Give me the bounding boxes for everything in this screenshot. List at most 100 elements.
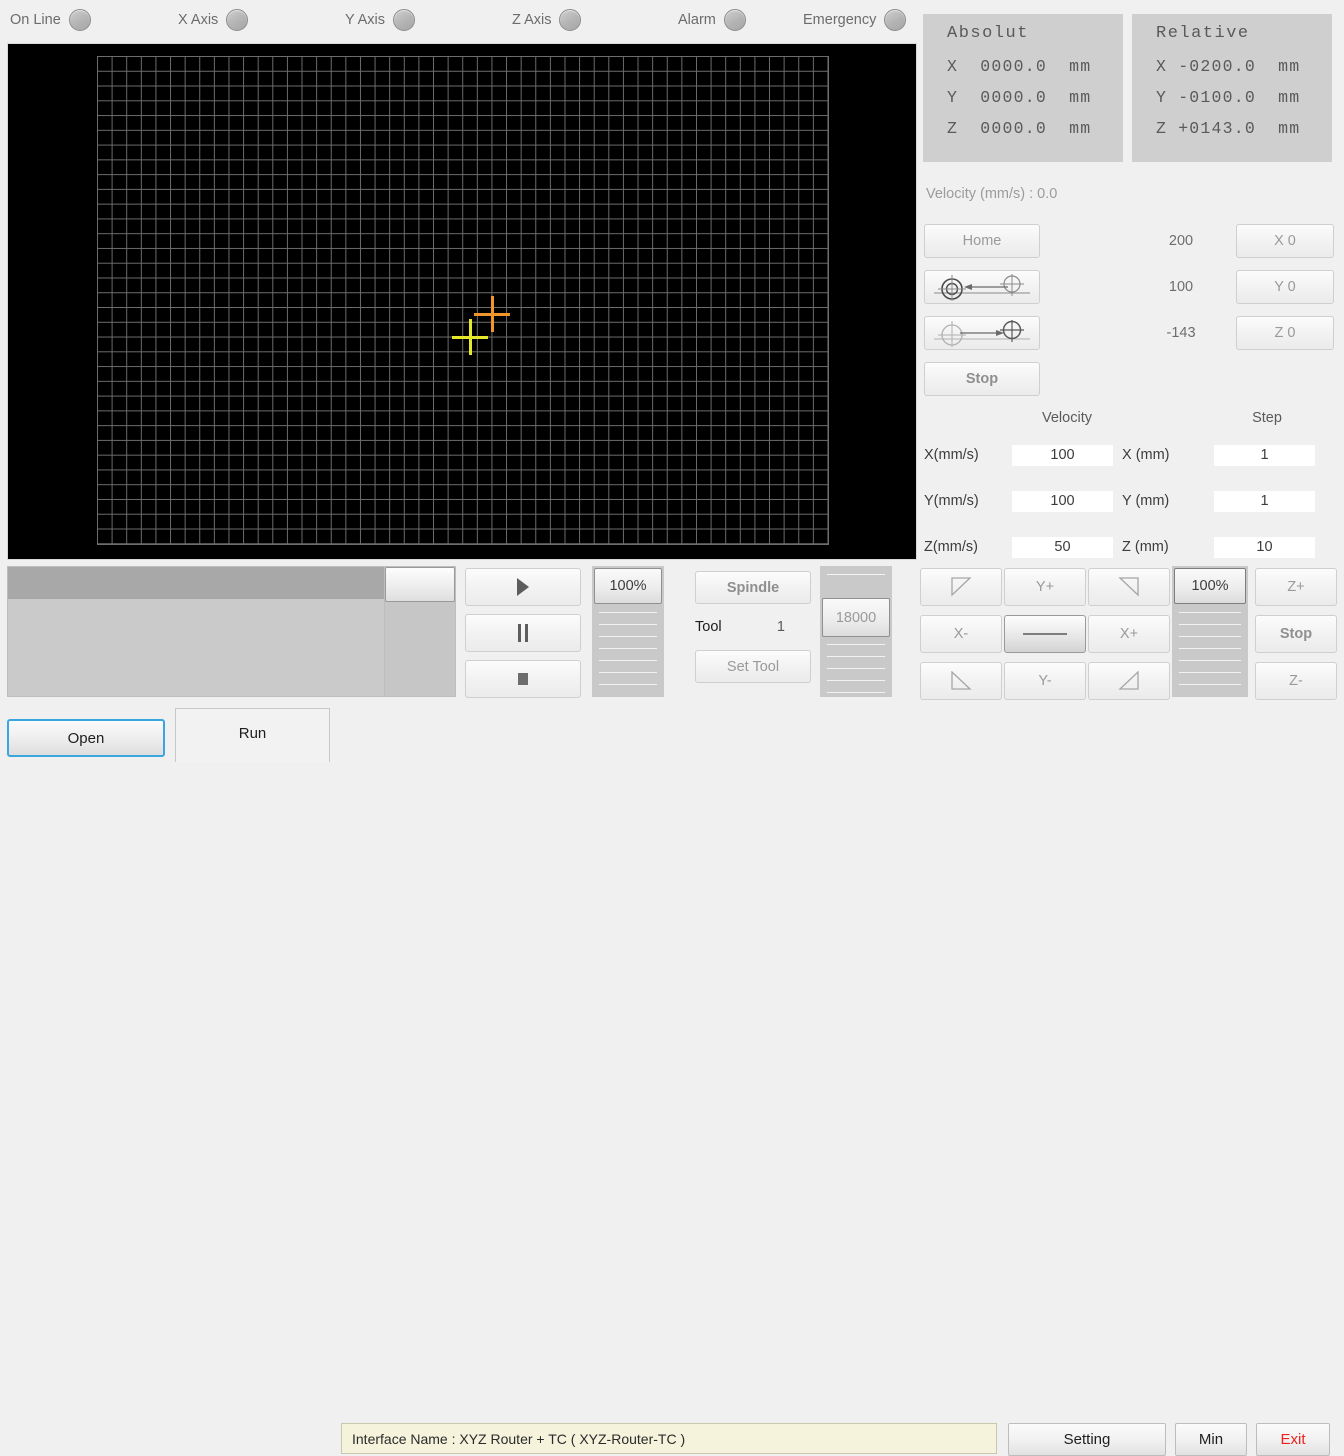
jog-override-slider[interactable]: 100% [1172,566,1248,697]
program-list-scrollbar[interactable] [384,566,456,697]
scrollbar-thumb[interactable] [385,567,455,602]
relative-panel-title: Relative [1156,24,1250,43]
velocity-step-row-x: X(mm/s) 100 X (mm) 1 [924,432,1336,478]
jog-y-minus-button[interactable]: Y- [1004,662,1086,700]
arrow-down-right-icon [1118,671,1139,690]
pause-icon [518,624,528,642]
absolute-position-panel: Absolut X 0000.0 mm Y 0000.0 mm Z 0000.0… [923,14,1123,162]
setting-button[interactable]: Setting [1008,1423,1166,1456]
jog-up-left-button[interactable] [920,568,1002,606]
set-tool-button[interactable]: Set Tool [695,650,811,683]
target-position-z: -143 [1166,325,1196,341]
play-icon [517,578,529,596]
exit-button[interactable]: Exit [1256,1423,1330,1456]
goto-home-button[interactable] [924,270,1040,304]
jog-z-minus-button[interactable]: Z- [1255,662,1337,700]
tool-readout: Tool 1 [695,604,811,650]
zero-y-button[interactable]: Y 0 [1236,270,1334,304]
status-indicator-z-axis: Z Axis [512,8,582,32]
minimize-button[interactable]: Min [1175,1423,1247,1456]
velocity-input-y[interactable]: 100 [1012,490,1113,512]
step-label-x: X (mm) [1122,447,1170,463]
spindle-rpm-slider[interactable]: 18000 [820,566,892,697]
jog-center-button[interactable] [1004,615,1086,653]
target-position-y: 100 [1168,279,1194,295]
absolute-z-row: Z 0000.0 mm [947,119,1092,138]
dash-icon [1023,633,1067,635]
status-indicator-emergency: Emergency [803,8,907,32]
jog-y-plus-button[interactable]: Y+ [1004,568,1086,606]
status-label-alarm: Alarm [678,12,716,28]
step-input-x[interactable]: 1 [1214,444,1315,466]
status-indicator-online: On Line [10,8,91,32]
jog-stop-button[interactable]: Stop [1255,615,1337,653]
origin-crosshair-icon [474,296,510,332]
target-position-column: 200 100 -143 [1146,224,1216,362]
status-led-alarm-icon [723,9,746,31]
arrow-up-left-icon [951,577,972,597]
step-label-z: Z (mm) [1122,539,1169,555]
jog-z-plus-button[interactable]: Z+ [1255,568,1337,606]
toolpath-canvas[interactable] [7,43,917,560]
app-root: On Line X Axis Y Axis Z Axis Alarm Emerg… [0,0,1344,1456]
program-list[interactable] [7,566,385,697]
velocity-label-x: X(mm/s) [924,447,979,463]
jog-override-ticks [1179,612,1241,696]
step-input-y[interactable]: 1 [1214,490,1315,512]
velocity-column-header: Velocity [1042,410,1092,426]
arrow-up-right-icon [1118,577,1139,597]
velocity-label-y: Y(mm/s) [924,493,979,509]
jog-override-value[interactable]: 100% [1174,568,1246,604]
tab-run[interactable]: Run [175,708,330,762]
step-label-y: Y (mm) [1122,493,1170,509]
stop-button[interactable] [465,660,581,698]
jog-down-left-button[interactable] [920,662,1002,700]
status-led-x-axis-icon [226,9,249,31]
spindle-button[interactable]: Spindle [695,571,811,604]
pause-button[interactable] [465,614,581,652]
goto-work-icon [934,320,1030,347]
velocity-readout: Velocity (mm/s) : 0.0 [926,186,1058,202]
status-label-y-axis: Y Axis [345,12,386,28]
status-led-emergency-icon [884,9,907,31]
velocity-label-z: Z(mm/s) [924,539,978,555]
step-input-z[interactable]: 10 [1214,536,1315,558]
home-button[interactable]: Home [924,224,1040,258]
jog-down-right-button[interactable] [1088,662,1170,700]
jog-up-right-button[interactable] [1088,568,1170,606]
velocity-step-table: Velocity Step X(mm/s) 100 X (mm) 1 Y(mm/… [924,410,1336,570]
status-indicator-bar: On Line X Axis Y Axis Z Axis Alarm Emerg… [0,0,915,38]
absolute-x-row: X 0000.0 mm [947,57,1092,76]
zero-z-button[interactable]: Z 0 [1236,316,1334,350]
goto-work-position-button[interactable] [924,316,1040,350]
tool-label: Tool [695,619,722,635]
jog-x-minus-button[interactable]: X- [920,615,1002,653]
status-label-emergency: Emergency [803,12,877,28]
spindle-rpm-value[interactable]: 18000 [822,598,890,637]
arrow-down-left-icon [951,671,972,690]
play-button[interactable] [465,568,581,606]
status-led-z-axis-icon [559,9,582,31]
feed-override-slider[interactable]: 100% [592,566,664,697]
velocity-step-row-y: Y(mm/s) 100 Y (mm) 1 [924,478,1336,524]
status-indicator-alarm: Alarm [678,8,746,32]
status-led-y-axis-icon [393,9,416,31]
status-led-online-icon [68,9,91,31]
feed-override-ticks [599,612,657,696]
velocity-input-x[interactable]: 100 [1012,444,1113,466]
goto-home-icon [934,274,1030,301]
jog-x-plus-button[interactable]: X+ [1088,615,1170,653]
open-button[interactable]: Open [7,719,165,757]
status-indicator-y-axis: Y Axis [345,8,416,32]
zero-x-button[interactable]: X 0 [1236,224,1334,258]
stop-motion-button[interactable]: Stop [924,362,1040,396]
program-list-header-row [8,567,384,599]
tool-number: 1 [776,619,785,635]
relative-y-row: Y -0100.0 mm [1156,88,1301,107]
absolute-y-row: Y 0000.0 mm [947,88,1092,107]
feed-override-value[interactable]: 100% [594,568,662,604]
step-column-header: Step [1252,410,1282,426]
spindle-controls: Spindle Tool 1 Set Tool [695,571,811,683]
velocity-input-z[interactable]: 50 [1012,536,1113,558]
relative-z-row: Z +0143.0 mm [1156,119,1301,138]
